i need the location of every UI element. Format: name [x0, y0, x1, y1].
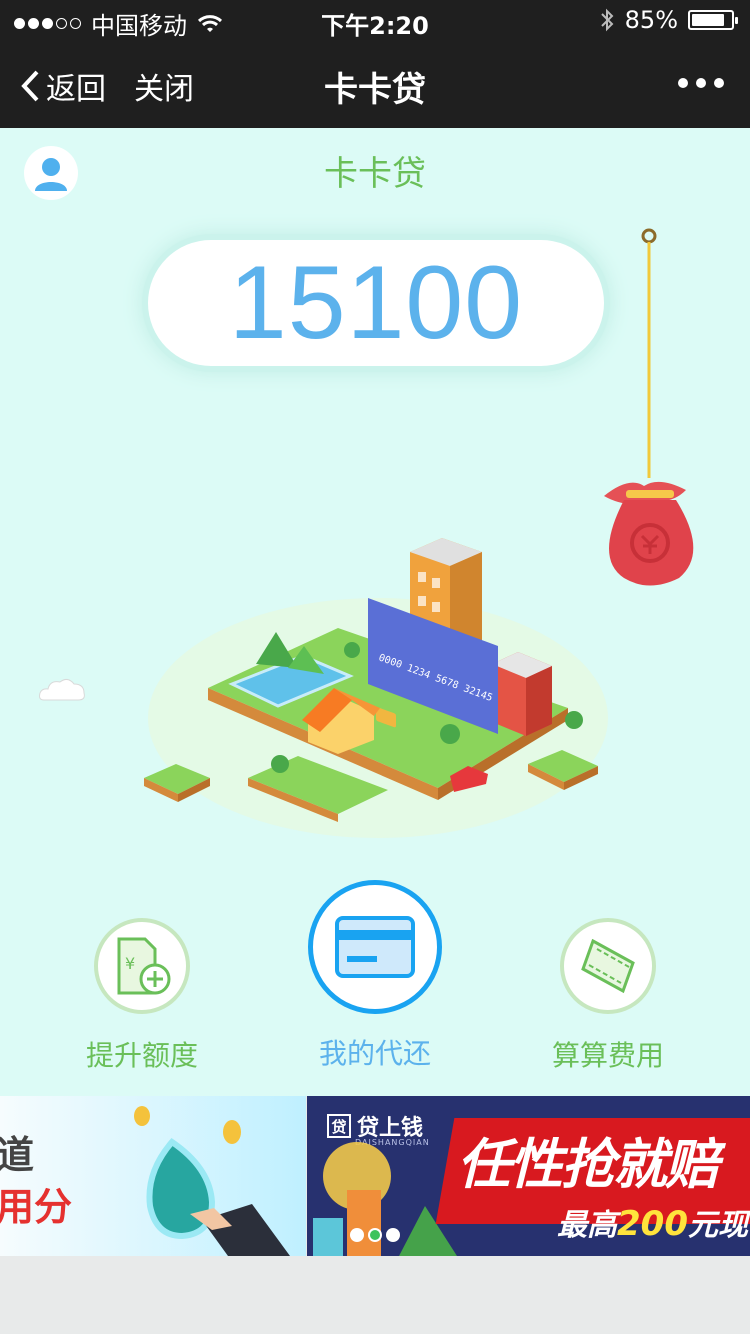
- banner-slide-left[interactable]: 道 用分: [0, 1096, 306, 1256]
- battery-fill: [692, 14, 725, 26]
- banner-highest-suffix: 元现: [687, 1208, 748, 1243]
- footer-area: [0, 1256, 750, 1334]
- nav-bar: 返回 关闭 卡卡贷: [0, 40, 750, 128]
- bluetooth-icon: [600, 8, 614, 32]
- banner-highest: 最高200元现: [557, 1200, 748, 1244]
- carousel-dot[interactable]: [386, 1228, 400, 1242]
- status-right: 85%: [599, 6, 738, 34]
- banner-slogan: 任性抢就赔: [457, 1133, 719, 1196]
- carousel-indicator[interactable]: [350, 1228, 400, 1242]
- my-repayment-button[interactable]: 我的代还: [275, 880, 475, 1072]
- coin-drop-illustration: [134, 1106, 290, 1256]
- raise-limit-button[interactable]: ¥ 提升额度: [42, 880, 242, 1074]
- calculate-fee-button[interactable]: 算算费用: [508, 880, 708, 1074]
- banner-left-line2: 用分: [0, 1185, 73, 1229]
- battery-percent: 85%: [624, 6, 678, 34]
- nav-title: 卡卡贷: [324, 70, 426, 110]
- battery-icon: [688, 10, 738, 30]
- banner-left-line1: 道: [0, 1133, 35, 1177]
- calculator-icon: [560, 918, 656, 1014]
- main-panel: 卡卡贷 15100 0000 1234 5678 32145 ¥ 提升额度 我的…: [0, 128, 750, 1096]
- banner-highest-prefix: 最高: [557, 1208, 617, 1243]
- carousel-dot-active[interactable]: [368, 1228, 382, 1242]
- amount-display: 15100: [148, 240, 604, 366]
- credit-amount: 15100: [228, 244, 524, 361]
- banner-brand-mark: 贷: [327, 1114, 351, 1138]
- raise-limit-label: 提升额度: [85, 1039, 198, 1072]
- action-bar: ¥ 提升额度 我的代还 算算费用: [0, 880, 750, 1072]
- cloud-icon: [39, 678, 85, 701]
- status-bar: 中国移动 下午2:20 85%: [0, 0, 750, 40]
- calculate-fee-label: 算算费用: [551, 1039, 664, 1072]
- carousel-dot[interactable]: [350, 1228, 364, 1242]
- page-title: 卡卡贷: [324, 154, 426, 194]
- city-illustration: 0000 1234 5678 32145: [144, 538, 608, 838]
- more-icon[interactable]: [678, 78, 724, 88]
- raise-limit-icon: ¥: [94, 918, 190, 1014]
- card-icon: [308, 880, 442, 1014]
- banner-highest-amount: 200: [617, 1204, 688, 1244]
- my-repayment-label: 我的代还: [318, 1037, 431, 1070]
- svg-text:¥: ¥: [125, 954, 135, 973]
